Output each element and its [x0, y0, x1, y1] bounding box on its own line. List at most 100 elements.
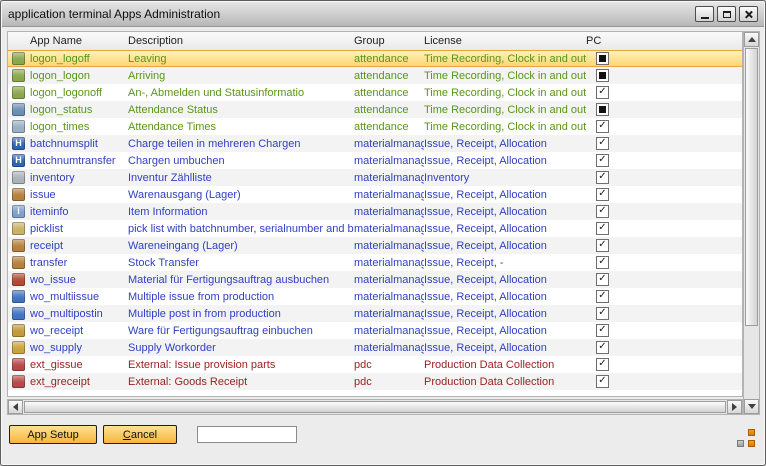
pc-checkbox[interactable] [596, 222, 609, 235]
pc-checkbox[interactable] [596, 154, 609, 167]
pc-checkbox[interactable] [596, 86, 609, 99]
close-icon [744, 10, 753, 19]
logon-logoff-person-icon [12, 52, 25, 65]
license-cell: Time Recording, Clock in and out [424, 87, 586, 99]
table-row[interactable]: receipt Wareneingang (Lager) materialman… [8, 237, 742, 254]
wo-issue-icon [12, 273, 25, 286]
pc-checkbox[interactable] [596, 205, 609, 218]
license-cell: Issue, Receipt, Allocation [424, 308, 586, 320]
table-row[interactable]: inventory Inventur Zählliste materialman… [8, 169, 742, 186]
close-button[interactable] [739, 6, 758, 22]
app-name-cell: receipt [30, 240, 63, 252]
pc-checkbox[interactable] [596, 358, 609, 371]
maximize-button[interactable] [717, 6, 736, 22]
description-cell: Leaving [126, 53, 354, 65]
description-cell: Multiple post in from production [126, 308, 354, 320]
table-row[interactable]: wo_multipostin Multiple post in from pro… [8, 305, 742, 322]
table-row[interactable]: wo_multiissue Multiple issue from produc… [8, 288, 742, 305]
pc-checkbox[interactable] [596, 137, 609, 150]
pc-checkbox[interactable] [596, 239, 609, 252]
pc-checkbox[interactable] [596, 188, 609, 201]
pc-checkbox[interactable] [596, 290, 609, 303]
license-cell: Production Data Collection [424, 376, 586, 388]
app-name-cell: wo_issue [30, 274, 76, 286]
horizontal-scrollbar-thumb[interactable] [24, 401, 726, 413]
cancel-button-rest: ancel [131, 429, 157, 441]
app-name-cell: issue [30, 189, 56, 201]
column-header-app-name[interactable]: App Name [8, 35, 126, 47]
pc-checkbox[interactable] [596, 256, 609, 269]
pc-checkbox[interactable] [596, 273, 609, 286]
vertical-scrollbar-thumb[interactable] [745, 48, 758, 326]
license-cell: Issue, Receipt, Allocation [424, 325, 586, 337]
group-cell: materialmanagement [354, 240, 424, 252]
table-row[interactable]: issue Warenausgang (Lager) materialmanag… [8, 186, 742, 203]
apps-table: App Name Description Group License PC lo… [7, 31, 743, 397]
description-cell: Warenausgang (Lager) [126, 189, 354, 201]
description-cell: Charge teilen in mehreren Chargen [126, 138, 354, 150]
scroll-right-button[interactable] [727, 400, 742, 414]
pc-checkbox[interactable] [596, 103, 609, 116]
license-cell: Issue, Receipt, Allocation [424, 274, 586, 286]
scroll-up-button[interactable] [744, 32, 759, 47]
group-cell: attendance [354, 53, 424, 65]
footer-text-input[interactable] [197, 426, 297, 443]
table-row[interactable]: H batchnumsplit Charge teilen in mehrere… [8, 135, 742, 152]
column-header-pc[interactable]: PC [586, 35, 620, 47]
resize-grip-icon[interactable] [737, 429, 755, 447]
app-name-cell: logon_status [30, 104, 92, 116]
app-name-cell: wo_multiissue [30, 291, 99, 303]
pc-checkbox[interactable] [596, 307, 609, 320]
pc-checkbox[interactable] [596, 69, 609, 82]
table-row[interactable]: wo_issue Material für Fertigungsauftrag … [8, 271, 742, 288]
pc-checkbox[interactable] [596, 341, 609, 354]
table-row[interactable]: logon_logon Arriving attendance Time Rec… [8, 67, 742, 84]
license-cell: Time Recording, Clock in and out [424, 104, 586, 116]
group-cell: materialmanagement [354, 325, 424, 337]
table-row[interactable]: i iteminfo Item Information materialmana… [8, 203, 742, 220]
pc-checkbox[interactable] [596, 324, 609, 337]
wo-supply-icon [12, 341, 25, 354]
column-header-group[interactable]: Group [354, 35, 424, 47]
license-cell: Issue, Receipt, Allocation [424, 223, 586, 235]
column-header-description[interactable]: Description [126, 35, 354, 47]
table-row[interactable]: ext_greceipt External: Goods Receipt pdc… [8, 373, 742, 390]
app-name-cell: logon_logon [30, 70, 90, 82]
titlebar[interactable]: application terminal Apps Administration [2, 2, 764, 27]
scroll-down-button[interactable] [744, 399, 759, 414]
table-row[interactable]: ext_gissue External: Issue provision par… [8, 356, 742, 373]
minimize-button[interactable] [695, 6, 714, 22]
pc-checkbox[interactable] [596, 52, 609, 65]
table-body: logon_logoff Leaving attendance Time Rec… [8, 50, 742, 396]
table-row[interactable]: picklist pick list with batchnumber, ser… [8, 220, 742, 237]
app-setup-button[interactable]: App Setup [9, 425, 97, 444]
column-header-license[interactable]: License [424, 35, 586, 47]
description-cell: Chargen umbuchen [126, 155, 354, 167]
pc-checkbox[interactable] [596, 171, 609, 184]
license-cell: Production Data Collection [424, 359, 586, 371]
app-name-cell: logon_times [30, 121, 89, 133]
table-row[interactable]: wo_receipt Ware für Fertigungsauftrag ei… [8, 322, 742, 339]
group-cell: materialmanagement [354, 223, 424, 235]
vertical-scrollbar[interactable] [743, 31, 760, 415]
cancel-button[interactable]: Cancel [103, 425, 177, 444]
table-row[interactable]: logon_times Attendance Times attendance … [8, 118, 742, 135]
app-name-cell: wo_receipt [30, 325, 83, 337]
table-row[interactable]: wo_supply Supply Workorder materialmanag… [8, 339, 742, 356]
pc-checkbox[interactable] [596, 375, 609, 388]
issue-box-icon [12, 188, 25, 201]
pc-checkbox[interactable] [596, 120, 609, 133]
horizontal-scrollbar[interactable] [7, 399, 743, 415]
table-row[interactable]: transfer Stock Transfer materialmanageme… [8, 254, 742, 271]
description-cell: Ware für Fertigungsauftrag einbuchen [126, 325, 354, 337]
table-row[interactable]: logon_status Attendance Status attendanc… [8, 101, 742, 118]
table-row[interactable]: H batchnumtransfer Chargen umbuchen mate… [8, 152, 742, 169]
group-cell: materialmanagement [354, 257, 424, 269]
description-cell: Stock Transfer [126, 257, 354, 269]
table-row[interactable]: logon_logonoff An-, Abmelden und Statusi… [8, 84, 742, 101]
batchnumsplit-icon: H [12, 137, 25, 150]
arrow-up-icon [748, 37, 756, 42]
group-cell: pdc [354, 359, 424, 371]
table-row[interactable]: logon_logoff Leaving attendance Time Rec… [8, 50, 742, 67]
scroll-left-button[interactable] [8, 400, 23, 414]
